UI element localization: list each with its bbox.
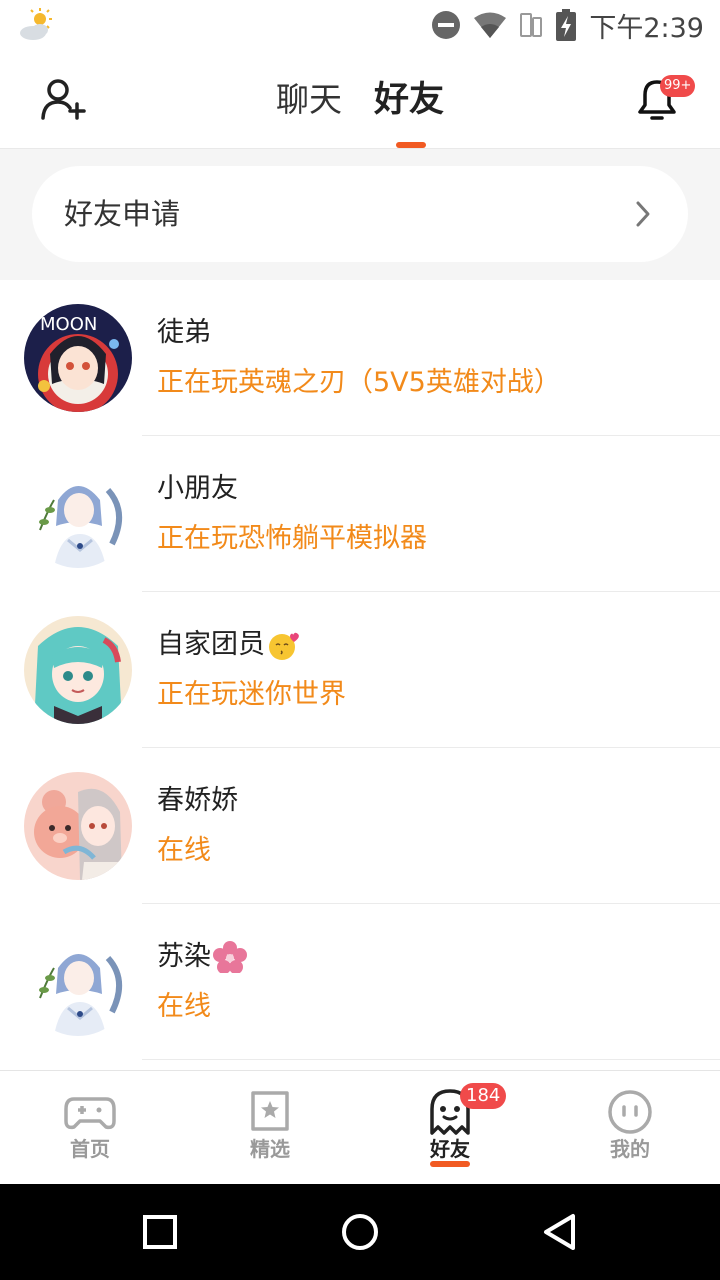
friend-request-button[interactable]: 好友申请 bbox=[32, 166, 688, 262]
recents-square-icon[interactable] bbox=[140, 1212, 180, 1252]
top-header: 聊天 好友 99+ bbox=[0, 50, 720, 148]
back-triangle-icon[interactable] bbox=[540, 1212, 580, 1252]
face-icon bbox=[608, 1090, 652, 1134]
friend-name: 春娇娇 bbox=[157, 785, 238, 816]
friend-status: 正在玩恐怖躺平模拟器 bbox=[157, 523, 427, 554]
avatar-blue-hair-girl bbox=[24, 928, 132, 1036]
list-item[interactable]: 小朋友 正在玩恐怖躺平模拟器 bbox=[0, 436, 720, 592]
avatar-teal-hair-girl bbox=[24, 616, 132, 724]
friend-status: 在线 bbox=[157, 991, 211, 1022]
chevron-right-icon bbox=[636, 201, 650, 227]
nav-label: 首页 bbox=[70, 1137, 110, 1161]
active-nav-indicator bbox=[430, 1161, 470, 1167]
add-friend-icon[interactable] bbox=[40, 78, 88, 122]
list-item[interactable]: MOON 徒弟 正在玩英魂之刃（5V5英雄对战） bbox=[0, 280, 720, 436]
nav-label: 好友 bbox=[430, 1137, 470, 1161]
bottom-navigation: 首页 精选 184 好友 我的 bbox=[0, 1070, 720, 1184]
avatar-bear-girl bbox=[24, 772, 132, 880]
friend-status: 正在玩英魂之刃（5V5英雄对战） bbox=[157, 367, 561, 398]
list-item[interactable]: 苏染 在线 bbox=[0, 904, 720, 1060]
weather-sun-cloud-icon bbox=[20, 8, 52, 40]
svg-text:MOON: MOON bbox=[40, 314, 97, 335]
nav-label: 精选 bbox=[250, 1137, 290, 1161]
do-not-disturb-icon bbox=[432, 11, 461, 39]
friends-count-badge: 184 bbox=[460, 1083, 507, 1109]
friend-request-label: 好友申请 bbox=[64, 197, 181, 231]
nav-label: 我的 bbox=[610, 1137, 650, 1161]
friend-name: 苏染 bbox=[157, 937, 247, 977]
signal-icon bbox=[520, 13, 543, 37]
kiss-emoji-icon bbox=[269, 632, 299, 660]
status-bar: 下午2:39 bbox=[0, 0, 720, 50]
list-item[interactable]: 自家团员 正在玩迷你世界 bbox=[0, 592, 720, 748]
friend-status: 在线 bbox=[157, 835, 211, 866]
friend-request-section: 好友申请 bbox=[0, 149, 720, 280]
gamepad-icon bbox=[64, 1097, 116, 1130]
status-icons: 下午2:39 bbox=[431, 8, 704, 44]
divider bbox=[142, 1059, 720, 1060]
nav-featured[interactable]: 精选 bbox=[180, 1071, 360, 1185]
home-circle-icon[interactable] bbox=[340, 1212, 380, 1252]
avatar-blue-hair-girl bbox=[24, 460, 132, 568]
clock: 下午2:39 bbox=[589, 12, 704, 44]
avatar-moon-girl: MOON bbox=[24, 304, 132, 412]
friend-list: MOON 徒弟 正在玩英魂之刃（5V5英雄对战） 小朋友 正在玩恐怖躺平模拟器 bbox=[0, 280, 720, 1070]
friend-status: 正在玩迷你世界 bbox=[157, 679, 346, 710]
nav-me[interactable]: 我的 bbox=[540, 1071, 720, 1185]
friend-name: 自家团员 bbox=[157, 625, 301, 665]
notification-badge: 99+ bbox=[660, 75, 696, 97]
nav-friends[interactable]: 184 好友 bbox=[360, 1071, 540, 1185]
system-navigation-bar bbox=[0, 1184, 720, 1280]
friend-name: 小朋友 bbox=[157, 473, 238, 504]
star-bookmark-icon bbox=[251, 1091, 289, 1131]
wifi-icon bbox=[474, 12, 507, 38]
tab-friends[interactable]: 好友 bbox=[374, 78, 444, 122]
list-item[interactable]: 春娇娇 在线 bbox=[0, 748, 720, 904]
nav-home[interactable]: 首页 bbox=[0, 1071, 180, 1185]
battery-charging-icon bbox=[556, 9, 577, 41]
friend-name: 徒弟 bbox=[157, 317, 211, 348]
cherry-blossom-emoji-icon bbox=[213, 941, 247, 973]
tab-chat[interactable]: 聊天 bbox=[276, 78, 342, 122]
